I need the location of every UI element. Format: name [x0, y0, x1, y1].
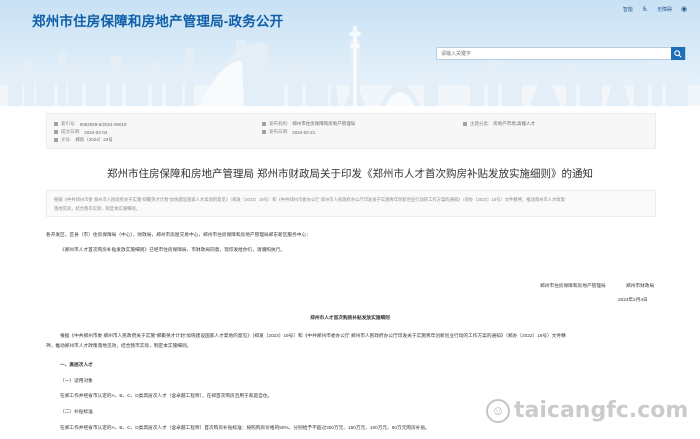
search-button[interactable]: [671, 47, 685, 60]
subheading-subsidy-standard: （二）补贴标准: [60, 409, 93, 414]
meta-doc-number: 文号: 郑房〔2024〕23号: [54, 137, 113, 143]
site-title[interactable]: 郑州市住房保障和房地产管理局-政务公开: [32, 10, 283, 30]
document-title: 郑州市住房保障和房地产管理局 郑州市财政局关于印发《郑州市人才首次购房补贴发放实…: [107, 168, 593, 180]
search-input[interactable]: [441, 50, 656, 58]
meta-icon: [463, 122, 467, 126]
meta-icon: [54, 130, 58, 134]
signature-date: 2024年2月4日: [618, 297, 648, 302]
subheading-applicable-targets: （一）适用对象: [60, 378, 93, 383]
abstract-line: 根据《中共郑州市委 郑州市人民政府关于实施“郑聚英才计划”加快建设国家人才高地的…: [54, 197, 565, 202]
meta-written-date: 成文日期: 2024-02-04: [54, 129, 107, 135]
watermark-text: taicangfc.com: [514, 398, 689, 423]
top-link-accessibility[interactable]: 无障碍: [657, 6, 672, 13]
top-links: 智能 ♿ 无障碍 ◉: [623, 5, 688, 13]
document-metadata: 索引号: 0062929-6/2024-00019 发布机构: 郑州市住房保障和…: [46, 113, 656, 149]
signature-org-finance: 郑州市财政局: [626, 283, 655, 288]
meta-topic: 主题分类: 房地产市场,高端人才: [463, 121, 535, 127]
header-banner: 郑州市住房保障和房地产管理局-政务公开 智能 ♿ 无障碍 ◉: [0, 0, 700, 106]
search-icon: [674, 49, 682, 58]
watermark: ☺ taicangfc.com: [486, 398, 688, 423]
heading-high-level-talent: 一、高层次人才: [60, 362, 93, 367]
abstract-line: 落地见效，结合我市实际，制定本实施细则。: [54, 206, 140, 211]
body-paragraph: 根据《中共郑州市委 郑州市人民政府关于实施“郑聚英才计划”加快建设国家人才高地的…: [60, 333, 566, 338]
intro-paragraph: 《郑州市人才首次购房补贴发放实施细则》已经市住房保障局、市财政局同意，现印发给你…: [60, 247, 286, 252]
meta-publish-date: 发布日期: 2024-02-21: [262, 129, 315, 135]
meta-icon: [54, 138, 58, 142]
speaker-icon[interactable]: ◉: [680, 5, 688, 13]
body-paragraph: 在郑工作并经省市认定的A、B、C、D类高层次人才（含卓越工程师）首次购房补贴标准…: [60, 425, 430, 430]
body-paragraph: 在郑工作并经省市认定的A、B、C、D类高层次人才（含卓越工程师），在郑首次购房且…: [60, 393, 273, 398]
top-link-smart[interactable]: 智能: [623, 6, 633, 13]
document-abstract: 根据《中共郑州市委 郑州市人民政府关于实施“郑聚英才计划”加快建设国家人才高地的…: [46, 190, 656, 217]
search-box: [436, 47, 686, 60]
recipients: 各开发区、区县（市）住房保障局（中心），财政局，郑州市房屋交易中心，郑州市住房保…: [46, 232, 311, 237]
section-title: 郑州市人才首次购房补贴发放实施细则: [310, 315, 390, 320]
accessibility-icon[interactable]: ♿: [641, 5, 649, 13]
meta-index-number: 索引号: 0062929-6/2024-00019: [54, 121, 127, 127]
meta-icon: [262, 122, 266, 126]
meta-publisher: 发布机构: 郑州市住房保障和房地产管理局: [262, 121, 355, 127]
meta-icon: [54, 122, 58, 126]
signature-org-housing: 郑州市住房保障和房地产管理局: [540, 283, 606, 288]
body-paragraph-continued: 神，推动郑州市人才政策落地见效，结合我市实际，制定本实施细则。: [46, 343, 192, 348]
meta-icon: [262, 130, 266, 134]
watermark-logo-icon: ☺: [486, 398, 510, 423]
